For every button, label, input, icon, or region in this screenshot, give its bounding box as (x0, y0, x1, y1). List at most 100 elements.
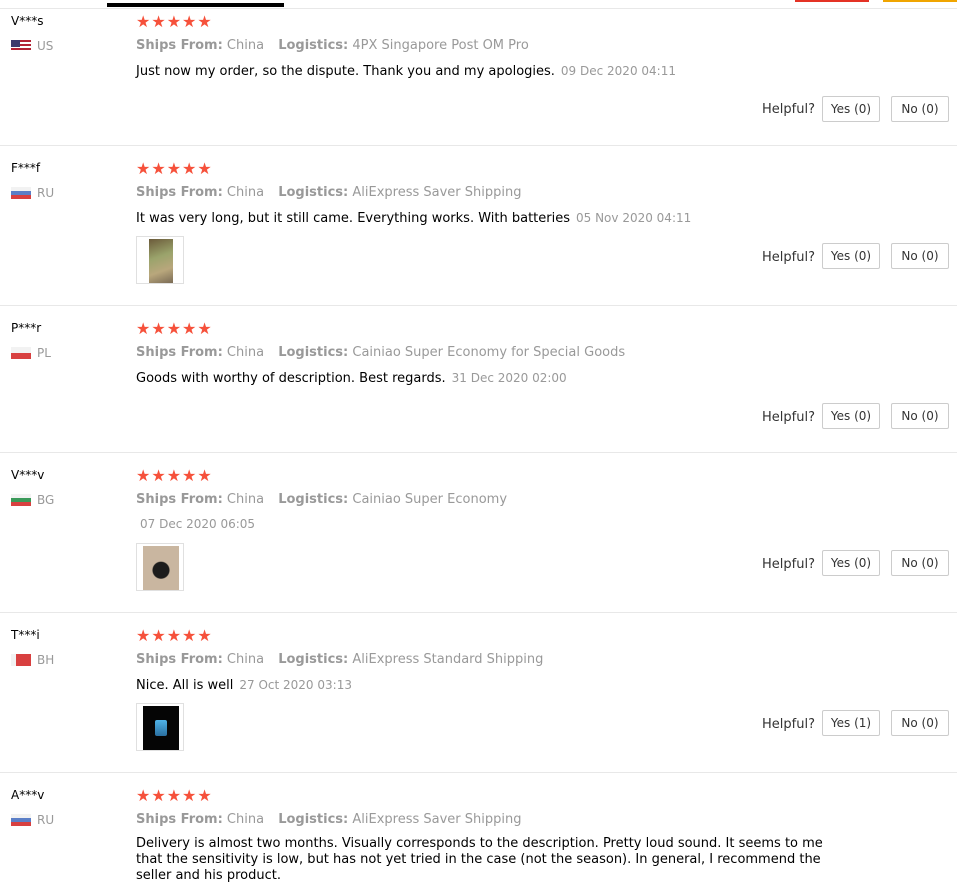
flag-us-icon (11, 40, 31, 52)
logistics-label: Logistics: (278, 38, 349, 53)
helpful-yes-button[interactable]: Yes (0) (822, 96, 880, 122)
review-body: Delivery is almost two months. Visually … (136, 836, 823, 883)
country-code: BG (37, 493, 55, 507)
helpful-no-button[interactable]: No (0) (891, 403, 949, 429)
shipping-meta: Ships From: China Logistics: AliExpress … (136, 812, 521, 827)
logistics-value: Cainiao Super Economy (352, 492, 508, 507)
reviewer-name: P***r (11, 321, 42, 335)
logistics-label: Logistics: (278, 652, 349, 667)
review-photo-thumbnail[interactable] (136, 236, 184, 284)
ships-from-label: Ships From: (136, 38, 223, 53)
review-body: Just now my order, so the dispute. Thank… (136, 64, 555, 79)
helpful-yes-button[interactable]: Yes (1) (822, 710, 880, 736)
helpful-no-button[interactable]: No (0) (891, 96, 949, 122)
ships-from-label: Ships From: (136, 812, 223, 827)
logistics-value: AliExpress Saver Shipping (352, 812, 522, 827)
review-body: Goods with worthy of description. Best r… (136, 371, 446, 386)
country-code: PL (37, 346, 51, 360)
shipping-meta: Ships From: China Logistics: Cainiao Sup… (136, 492, 507, 507)
review-text: It was very long, but it still came. Eve… (136, 210, 856, 227)
country-code: RU (37, 813, 55, 827)
review-date: 09 Dec 2020 04:11 (560, 64, 676, 78)
shipping-meta: Ships From: China Logistics: AliExpress … (136, 652, 543, 667)
review-text: Delivery is almost two months. Visually … (136, 836, 851, 884)
review-item: F***f RU ★★★★★ Ships From: China Logisti… (0, 146, 957, 306)
reviewer-name: V***s (11, 14, 44, 28)
logistics-label: Logistics: (278, 185, 349, 200)
flag-ru-icon (11, 187, 31, 199)
helpful-no-button[interactable]: No (0) (891, 550, 949, 576)
review-item: P***r PL ★★★★★ Ships From: China Logisti… (0, 306, 957, 453)
ships-from-label: Ships From: (136, 185, 223, 200)
flag-bg-icon (11, 494, 31, 506)
flag-pl-icon (11, 347, 31, 359)
top-action-button-red[interactable] (795, 0, 869, 2)
photo-product-image (143, 706, 179, 750)
ships-from-value: China (226, 345, 265, 360)
flag-bh-icon (11, 654, 31, 666)
ships-from-label: Ships From: (136, 652, 223, 667)
logistics-label: Logistics: (278, 492, 349, 507)
star-rating: ★★★★★ (136, 159, 213, 178)
helpful-label: Helpful? (762, 717, 815, 732)
star-rating: ★★★★★ (136, 626, 213, 645)
star-rating: ★★★★★ (136, 319, 213, 338)
logistics-value: Cainiao Super Economy for Special Goods (352, 345, 626, 360)
ships-from-value: China (226, 185, 265, 200)
review-item: A***v RU ★★★★★ Ships From: China Logisti… (0, 773, 957, 883)
review-body: It was very long, but it still came. Eve… (136, 211, 570, 226)
shipping-meta: Ships From: China Logistics: AliExpress … (136, 185, 521, 200)
helpful-yes-button[interactable]: Yes (0) (822, 403, 880, 429)
logistics-label: Logistics: (278, 345, 349, 360)
active-tab-indicator (107, 3, 284, 7)
ships-from-label: Ships From: (136, 345, 223, 360)
ships-from-value: China (226, 812, 265, 827)
shipping-meta: Ships From: China Logistics: 4PX Singapo… (136, 38, 529, 53)
reviewer-name: F***f (11, 161, 41, 175)
helpful-no-button[interactable]: No (0) (891, 243, 949, 269)
logistics-value: AliExpress Standard Shipping (352, 652, 544, 667)
top-action-button-orange[interactable] (883, 0, 957, 2)
ships-from-value: China (226, 492, 265, 507)
reviewer-country: BG (11, 493, 54, 507)
review-date: 05 Nov 2020 04:11 (576, 211, 692, 225)
reviewer-country: PL (11, 346, 51, 360)
review-item: V***s US ★★★★★ Ships From: China Logisti… (0, 9, 957, 146)
logistics-value: 4PX Singapore Post OM Pro (352, 38, 529, 53)
logistics-label: Logistics: (278, 812, 349, 827)
ships-from-value: China (226, 38, 265, 53)
reviewer-name: A***v (11, 788, 45, 802)
reviewer-country: RU (11, 813, 54, 827)
review-date: 27 Oct 2020 03:13 (239, 678, 352, 692)
star-rating: ★★★★★ (136, 466, 213, 485)
review-text: Goods with worthy of description. Best r… (136, 370, 856, 387)
review-item: V***v BG ★★★★★ Ships From: China Logisti… (0, 453, 957, 613)
helpful-no-button[interactable]: No (0) (891, 710, 949, 736)
country-code: BH (37, 653, 55, 667)
country-code: US (37, 39, 54, 53)
star-rating: ★★★★★ (136, 12, 213, 31)
review-text: Nice. All is well 27 Oct 2020 03:13 (136, 677, 856, 694)
reviewer-name: V***v (11, 468, 45, 482)
logistics-value: AliExpress Saver Shipping (352, 185, 522, 200)
flag-ru-icon (11, 814, 31, 826)
top-tab-bar (0, 0, 957, 9)
star-rating: ★★★★★ (136, 786, 213, 805)
helpful-yes-button[interactable]: Yes (0) (822, 550, 880, 576)
review-photo-thumbnail[interactable] (136, 703, 184, 751)
photo-product-image (143, 546, 179, 590)
review-item: T***i BH ★★★★★ Ships From: China Logisti… (0, 613, 957, 773)
reviewer-country: BH (11, 653, 54, 667)
review-photo-thumbnail[interactable] (136, 543, 184, 591)
helpful-label: Helpful? (762, 102, 815, 117)
photo-batteries-image (149, 239, 173, 283)
reviewer-name: T***i (11, 628, 40, 642)
review-text: Just now my order, so the dispute. Thank… (136, 63, 856, 80)
helpful-label: Helpful? (762, 410, 815, 425)
reviewer-country: US (11, 39, 53, 53)
shipping-meta: Ships From: China Logistics: Cainiao Sup… (136, 345, 625, 360)
helpful-label: Helpful? (762, 557, 815, 572)
reviewer-country: RU (11, 186, 54, 200)
review-date: 31 Dec 2020 02:00 (451, 371, 567, 385)
helpful-yes-button[interactable]: Yes (0) (822, 243, 880, 269)
